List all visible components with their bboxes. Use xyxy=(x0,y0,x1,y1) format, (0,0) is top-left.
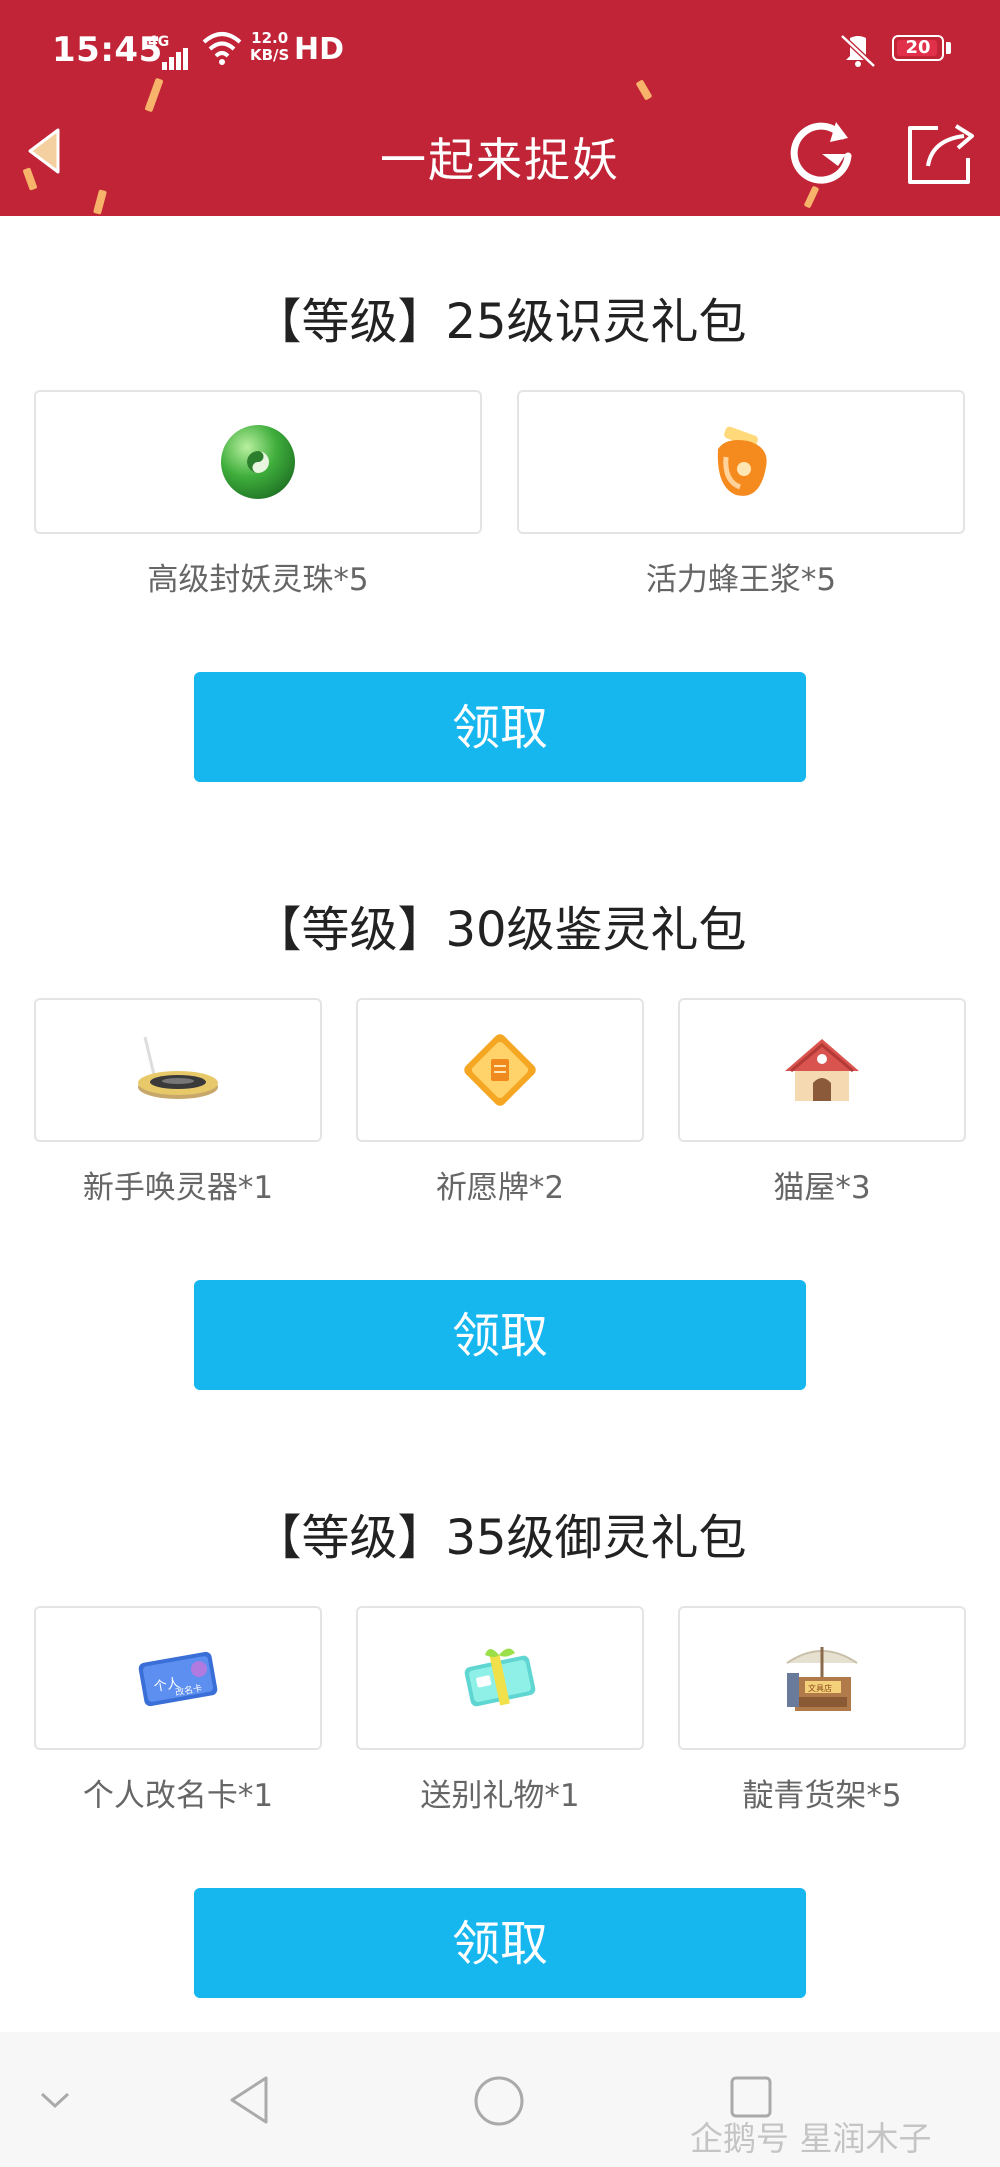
gift-pack-title: 【等级】35级御灵礼包 xyxy=(253,1510,747,1566)
reward-item-box xyxy=(678,998,966,1142)
stall-sign-text: 文具店 xyxy=(808,1683,832,1693)
hd-indicator: HD xyxy=(294,32,345,67)
market-stall-icon: 文具店 xyxy=(786,1647,858,1711)
reward-item-label: 高级封妖灵珠*5 xyxy=(147,562,369,598)
gift-pack-level-30: 【等级】30级鉴灵礼包 新手唤灵器*1 祈愿牌*2 猫屋*3 领取 xyxy=(0,890,1000,1390)
reward-item-label: 猫屋*3 xyxy=(773,1170,871,1206)
battery-indicator: 20 xyxy=(892,35,944,61)
reward-item-label: 新手唤灵器*1 xyxy=(82,1170,274,1206)
reward-item-box xyxy=(356,1606,644,1750)
nav-back-icon[interactable] xyxy=(226,2074,272,2126)
reward-item-label: 活力蜂王浆*5 xyxy=(645,562,837,598)
chevron-down-icon[interactable] xyxy=(38,2088,72,2112)
gift-pack-title: 【等级】25级识灵礼包 xyxy=(253,294,747,350)
status-bar: 15:45 4G 12.0 KB/S HD 20 xyxy=(0,0,1000,100)
reward-item-label: 祈愿牌*2 xyxy=(435,1170,565,1206)
reward-item-label: 送别礼物*1 xyxy=(420,1778,580,1814)
rename-card-icon: 个人 改名卡 xyxy=(138,1651,218,1707)
claim-button[interactable]: 领取 xyxy=(194,672,806,782)
speed-value: 12.0 xyxy=(251,29,289,47)
gift-pack-level-35: 【等级】35级御灵礼包 个人 改名卡 个人改名卡*1 送别礼物*1 文具店 靛青… xyxy=(0,1498,1000,1998)
refresh-icon[interactable] xyxy=(782,114,860,192)
summoner-device-icon xyxy=(138,1036,218,1099)
claim-button[interactable]: 领取 xyxy=(194,1280,806,1390)
claim-button[interactable]: 领取 xyxy=(194,1888,806,1998)
nav-bar: 一起来捉妖 xyxy=(0,100,1000,216)
gift-box-icon xyxy=(464,1648,536,1707)
app-header: 15:45 4G 12.0 KB/S HD 20 一起来捉妖 xyxy=(0,0,1000,216)
status-time: 15:45 xyxy=(52,30,163,70)
gift-pack-title: 【等级】30级鉴灵礼包 xyxy=(253,902,747,958)
reward-item-box xyxy=(517,390,965,534)
mute-icon xyxy=(840,34,876,68)
reward-item-box xyxy=(356,998,644,1142)
wifi-icon xyxy=(202,32,242,65)
battery-tip xyxy=(946,42,951,54)
cat-house-icon xyxy=(785,1039,859,1101)
reward-item-label: 靛青货架*5 xyxy=(742,1778,902,1814)
reward-item-box xyxy=(34,998,322,1142)
share-icon[interactable] xyxy=(902,118,978,190)
reward-item-box: 文具店 xyxy=(678,1606,966,1750)
signal-bars-icon xyxy=(162,48,188,70)
battery-level: 20 xyxy=(905,37,931,58)
network-speed: 12.0 KB/S xyxy=(250,30,289,64)
reward-item-box xyxy=(34,390,482,534)
speed-unit: KB/S xyxy=(250,46,290,64)
wish-plaque-icon xyxy=(464,1034,536,1106)
gift-pack-level-25: 【等级】25级识灵礼包 高级封妖灵珠*5 活力蜂王浆*5 领取 xyxy=(0,282,1000,782)
green-orb-icon xyxy=(221,425,295,499)
honey-jar-icon xyxy=(717,426,767,496)
nav-home-icon[interactable] xyxy=(472,2074,526,2128)
reward-item-box: 个人 改名卡 xyxy=(34,1606,322,1750)
reward-item-label: 个人改名卡*1 xyxy=(82,1778,274,1814)
watermark: 企鹅号 星润木子 xyxy=(690,2119,932,2158)
